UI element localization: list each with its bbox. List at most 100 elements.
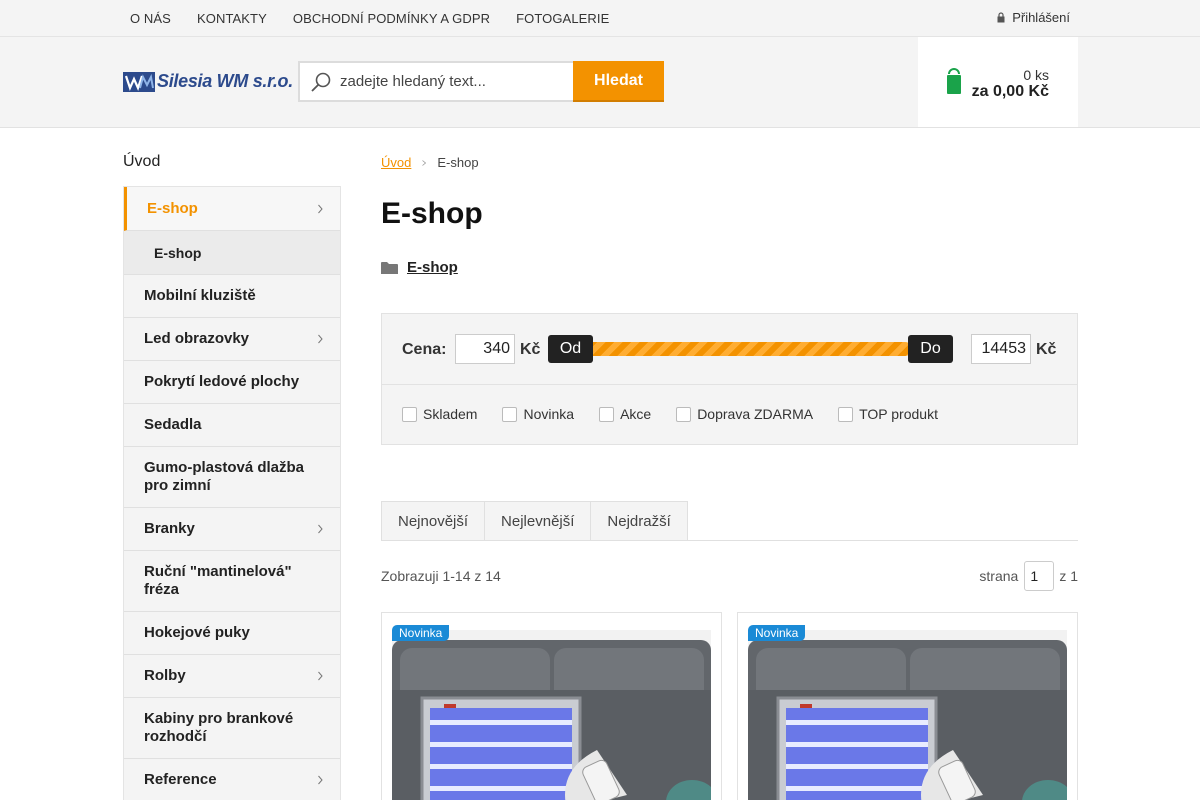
sidebar-item-eshop[interactable]: E-shop: [124, 187, 340, 231]
logo-mark-icon: [123, 71, 155, 92]
nav-link-kontakty[interactable]: KONTAKTY: [197, 11, 267, 26]
product-card[interactable]: Novinka: [737, 612, 1078, 800]
chevron-right-icon: [318, 524, 323, 534]
price-filter: Cena: Kč Od Do Kč: [382, 314, 1077, 385]
breadcrumb-home-link[interactable]: Úvod: [381, 155, 411, 170]
checkbox-box[interactable]: [599, 406, 615, 422]
checkbox-box[interactable]: [502, 406, 518, 422]
checkbox-box[interactable]: [838, 406, 854, 422]
page-total: z 1: [1059, 568, 1078, 584]
shopping-bag-icon: [947, 68, 961, 94]
product-image[interactable]: [748, 630, 1067, 800]
checkbox-label: Akce: [620, 406, 652, 422]
pagination: strana z 1: [979, 561, 1078, 591]
page-number-input[interactable]: [1024, 561, 1055, 591]
sidebar-item-led-obrazovky[interactable]: Led obrazovky: [124, 318, 340, 361]
search-bar: Hledat: [298, 61, 664, 103]
sidebar-item-reference[interactable]: Reference: [124, 759, 340, 800]
checkbox-top-produkt[interactable]: TOP produkt: [838, 406, 938, 422]
novinka-badge: Novinka: [392, 625, 450, 641]
product-filter: Cena: Kč Od Do Kč Skladem Novinka Akce D…: [381, 313, 1078, 445]
results-count: Zobrazuji 1-14 z 14: [381, 568, 501, 584]
page-label: strana: [979, 568, 1019, 584]
sidebar-item-branky[interactable]: Branky: [124, 508, 340, 551]
checkbox-label: Skladem: [423, 406, 478, 422]
sidebar-item-gumo-plastova-dlazba[interactable]: Gumo-plastová dlažba pro zimní: [124, 447, 340, 508]
price-to-input[interactable]: [971, 334, 1031, 364]
breadcrumb: Úvod E-shop: [381, 155, 479, 170]
header: Silesia WM s.r.o. Hledat 0 ks za 0,00 Kč: [0, 37, 1200, 128]
sidebar-item-label: Branky: [144, 520, 195, 537]
subcategory-link[interactable]: E-shop: [381, 259, 458, 276]
top-navigation: O NÁS KONTAKTY OBCHODNÍ PODMÍNKY A GDPR …: [130, 0, 635, 36]
sort-tabs: Nejnovější Nejlevnější Nejdražší: [381, 501, 1078, 541]
price-to-handle[interactable]: Do: [908, 335, 953, 363]
checkbox-doprava-zdarma[interactable]: Doprava ZDARMA: [676, 406, 813, 422]
checkbox-box[interactable]: [676, 406, 692, 422]
login-link[interactable]: Přihlášení: [997, 0, 1070, 34]
sidebar-item-mobilni-kluziste[interactable]: Mobilní kluziště: [124, 275, 340, 318]
chevron-right-icon: [318, 204, 323, 213]
checkbox-novinka[interactable]: Novinka: [502, 406, 574, 422]
filter-checkboxes: Skladem Novinka Akce Doprava ZDARMA TOP …: [402, 406, 963, 422]
login-label: Přihlášení: [1012, 9, 1070, 25]
price-range-slider[interactable]: [572, 342, 912, 356]
search-box: [298, 61, 573, 102]
sidebar-item-rolby[interactable]: Rolby: [124, 655, 340, 698]
sidebar-item-label: Mobilní kluziště: [144, 287, 256, 304]
sidebar-item-label: E-shop: [147, 199, 198, 217]
search-input[interactable]: [340, 73, 560, 90]
checkbox-label: Novinka: [523, 406, 575, 422]
chevron-right-icon: [318, 334, 323, 344]
sidebar-item-hokejove-puky[interactable]: Hokejové puky: [124, 612, 340, 655]
folder-icon: [381, 261, 398, 274]
sidebar-item-pokryti-ledove-plochy[interactable]: Pokrytí ledové plochy: [124, 361, 340, 404]
checkbox-label: Doprava ZDARMA: [697, 406, 814, 422]
sidebar-item-rucni-freza[interactable]: Ruční "mantinelová" fréza: [124, 551, 340, 612]
sidebar-item-label: Pokrytí ledové plochy: [144, 373, 300, 390]
sidebar-item-label: Gumo-plastová dlažba pro zimní: [144, 459, 305, 494]
sidebar-item-kabiny[interactable]: Kabiny pro brankové rozhodčí: [124, 698, 340, 759]
breadcrumb-separator-icon: [422, 159, 427, 166]
price-to-currency: Kč: [1036, 341, 1057, 358]
novinka-badge: Novinka: [748, 625, 806, 641]
sort-tab-most-expensive[interactable]: Nejdražší: [590, 501, 688, 541]
cart-quantity: 0 ks: [1023, 67, 1049, 83]
category-sidebar: E-shop E-shop Mobilní kluziště Led obraz…: [123, 186, 341, 800]
nav-link-o-nas[interactable]: O NÁS: [130, 11, 171, 26]
chevron-right-icon: [318, 775, 323, 785]
top-bar: O NÁS KONTAKTY OBCHODNÍ PODMÍNKY A GDPR …: [0, 0, 1200, 37]
checkbox-label: TOP produkt: [859, 406, 938, 422]
site-logo[interactable]: Silesia WM s.r.o.: [123, 71, 293, 92]
sort-tab-newest[interactable]: Nejnovější: [381, 501, 485, 541]
sidebar-item-label: Led obrazovky: [144, 330, 250, 347]
lock-icon: [997, 11, 1005, 22]
nav-link-obchodni-podminky[interactable]: OBCHODNÍ PODMÍNKY A GDPR: [293, 11, 490, 26]
sidebar-item-label: Hokejové puky: [144, 624, 250, 641]
nav-link-fotogalerie[interactable]: FOTOGALERIE: [516, 11, 609, 26]
price-from-handle[interactable]: Od: [548, 335, 593, 363]
cart-widget[interactable]: 0 ks za 0,00 Kč: [918, 37, 1078, 127]
price-from-input[interactable]: [455, 334, 515, 364]
sort-tab-cheapest[interactable]: Nejlevnější: [484, 501, 591, 541]
search-icon: [311, 72, 331, 92]
sidebar-item-label: Sedadla: [144, 416, 202, 433]
sidebar-item-label: Reference: [144, 771, 217, 788]
logo-text: Silesia WM s.r.o.: [157, 71, 293, 91]
sidebar-item-label: Ruční "mantinelová" fréza: [144, 563, 292, 598]
sidebar-item-label: Kabiny pro brankové rozhodčí: [144, 710, 294, 745]
sidebar-item-label: Rolby: [144, 667, 186, 684]
cart-total-price: za 0,00 Kč: [971, 83, 1049, 100]
sidebar-item-sedadla[interactable]: Sedadla: [124, 404, 340, 447]
page-title: E-shop: [381, 197, 483, 230]
sidebar-title[interactable]: Úvod: [123, 153, 160, 171]
search-button[interactable]: Hledat: [573, 61, 664, 102]
sidebar-subitem-eshop[interactable]: E-shop: [124, 231, 340, 275]
chevron-right-icon: [318, 671, 323, 681]
checkbox-akce[interactable]: Akce: [599, 406, 651, 422]
checkbox-box[interactable]: [402, 406, 417, 422]
price-label: Cena:: [402, 341, 447, 358]
checkbox-skladem[interactable]: Skladem: [402, 406, 477, 422]
product-card[interactable]: Novinka: [381, 612, 722, 800]
product-image[interactable]: [392, 630, 711, 800]
